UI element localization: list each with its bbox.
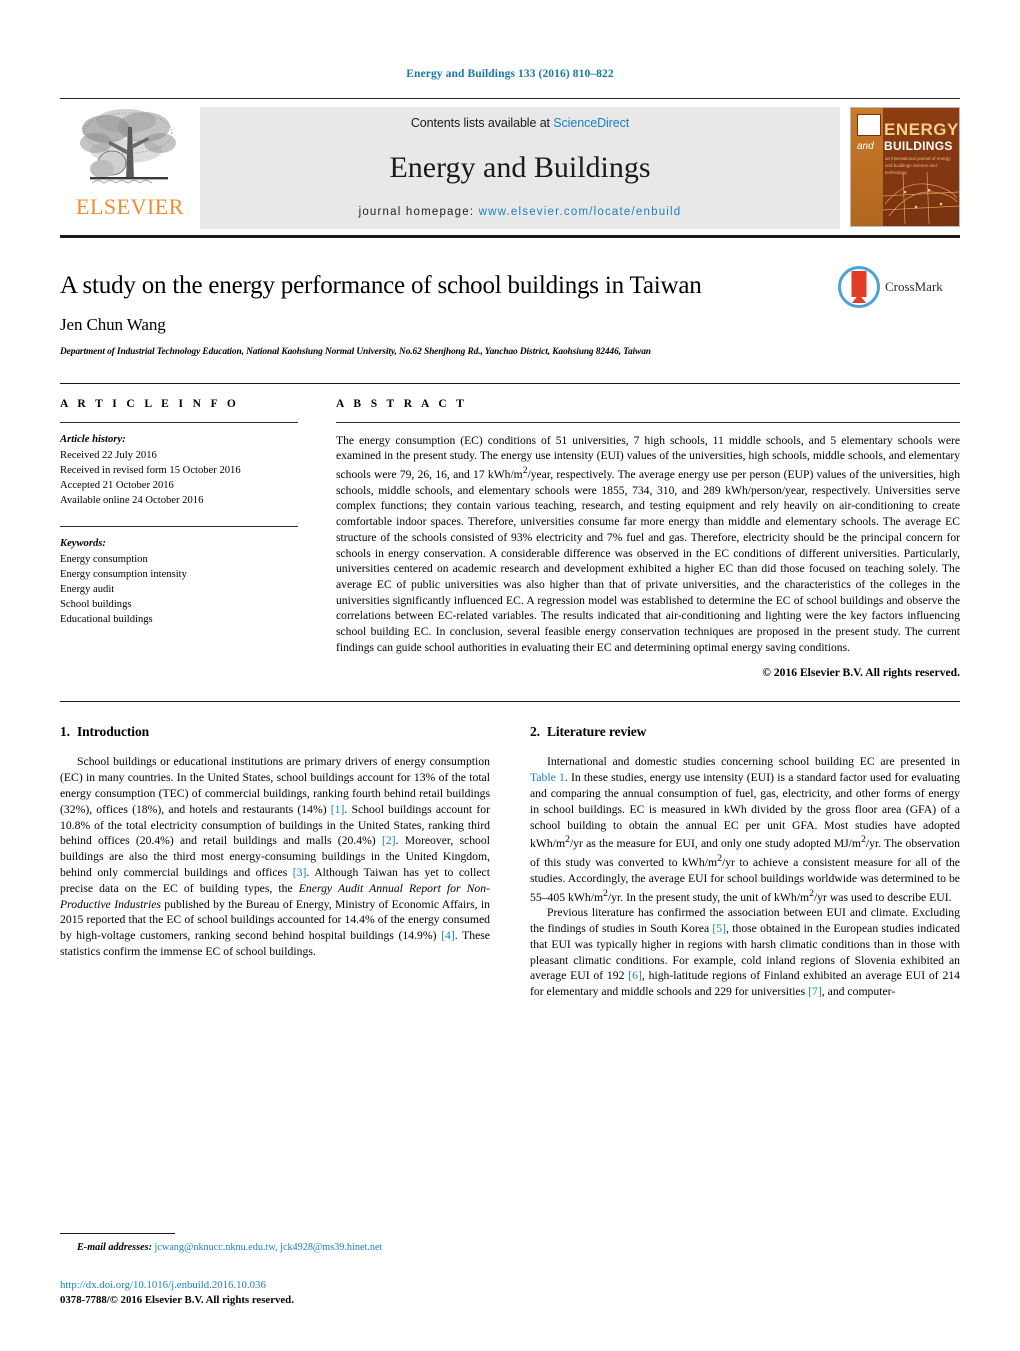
homepage-prefix: journal homepage: (358, 206, 479, 218)
issn-copyright-line: 0378-7788/© 2016 Elsevier B.V. All right… (60, 1294, 294, 1307)
section-number: 2. (530, 724, 540, 740)
citation-ref-7[interactable]: [7] (808, 985, 822, 998)
paragraph-introduction: School buildings or educational institut… (60, 754, 490, 959)
crossmark-label: CrossMark (885, 279, 943, 294)
footnote-rule (60, 1232, 175, 1234)
body-right-column: 2. Literature review International and do… (530, 724, 960, 1000)
email-addresses[interactable]: jcwang@nknucc.nknu.edu.tw, jck4928@ms39.… (152, 1242, 383, 1253)
cover-publisher-icon (857, 114, 881, 136)
history-online: Available online 24 October 2016 (60, 494, 204, 506)
affiliation: Department of Industrial Technology Educ… (60, 346, 651, 357)
keyword-item: Energy consumption (60, 553, 148, 565)
elsevier-tree-icon (76, 107, 184, 195)
email-label: E-mail addresses: (77, 1241, 152, 1253)
sciencedirect-link[interactable]: ScienceDirect (553, 116, 629, 130)
copyright-line: © 2016 Elsevier B.V. All rights reserved… (762, 666, 960, 680)
citation-ref-3[interactable]: [3] (293, 866, 307, 879)
citation-ref-5[interactable]: [5] (712, 922, 726, 935)
body-left-column: 1. Introduction School buildings or educa… (60, 724, 490, 1000)
citation-ref-1[interactable]: [1] (331, 803, 345, 816)
cover-artwork (883, 170, 959, 226)
citation-ref-2[interactable]: [2] (382, 834, 396, 847)
paragraph-literature-1: International and domestic studies conce… (530, 754, 960, 905)
history-revised: Received in revised form 15 October 2016 (60, 464, 241, 476)
table-1-link[interactable]: Table 1 (530, 771, 565, 784)
section-title: Literature review (546, 724, 647, 740)
article-history-label: Article history: (60, 433, 126, 445)
footnote-block: E-mail addresses: jcwang@nknucc.nknu.edu… (60, 1232, 470, 1255)
body-top-rule (60, 701, 960, 703)
citation-ref-6[interactable]: [6] (628, 969, 642, 982)
journal-cover-thumbnail: and ENERGY BUILDINGS an international jo… (850, 107, 960, 227)
homepage-line: journal homepage: www.elsevier.com/locat… (359, 206, 682, 218)
lit2-text-d: , and computer- (821, 985, 896, 999)
keyword-item: Educational buildings (60, 614, 153, 626)
lit-text-a: International and domestic studies conce… (547, 755, 960, 769)
history-accepted: Accepted 21 October 2016 (60, 479, 174, 491)
title-block: A study on the energy performance of sch… (60, 238, 960, 357)
email-footnote: E-mail addresses: jcwang@nknucc.nknu.edu… (60, 1241, 470, 1255)
article-info-column: A R T I C L E I N F O Article history: R… (60, 384, 298, 680)
body-columns: 1. Introduction School buildings or educa… (60, 724, 960, 1000)
contents-prefix: Contents lists available at (410, 116, 554, 130)
citation-ref-4[interactable]: [4] (441, 929, 455, 942)
section-number: 1. (60, 724, 70, 740)
keyword-item: Energy audit (60, 584, 115, 595)
colophon: http://dx.doi.org/10.1016/j.enbuild.2016… (60, 1278, 294, 1309)
section-heading-introduction: 1. Introduction (60, 724, 490, 740)
keyword-item: School buildings (60, 599, 132, 611)
keyword-item: Energy consumption intensity (60, 568, 187, 580)
crossmark-icon (838, 266, 880, 308)
lit-text-b: . In these studies, energy use intensity… (530, 771, 960, 904)
elsevier-logo-block: ELSEVIER (60, 107, 200, 229)
homepage-link[interactable]: www.elsevier.com/locate/enbuild (479, 206, 682, 218)
abstract-column: A B S T R A C T The energy consumption (… (336, 384, 960, 680)
article-history: Article history: Received 22 July 2016 R… (60, 423, 298, 508)
elsevier-wordmark: ELSEVIER (76, 194, 184, 219)
keywords-list: Keywords: Energy consumption Energy cons… (60, 527, 298, 627)
section-heading-literature-review: 2. Literature review (530, 724, 960, 740)
article-info-heading: A R T I C L E I N F O (60, 397, 240, 410)
info-abstract-region: A R T I C L E I N F O Article history: R… (60, 382, 960, 680)
crossmark-badge[interactable]: CrossMark (838, 264, 960, 310)
journal-banner: Contents lists available at ScienceDirec… (200, 107, 840, 229)
history-received: Received 22 July 2016 (60, 449, 157, 461)
journal-masthead: ELSEVIER Contents lists available at Sci… (60, 98, 960, 229)
paragraph-literature-2: Previous literature has confirmed the as… (530, 905, 960, 1000)
article-page: Energy and Buildings 133 (2016) 810–822 (0, 0, 1020, 1351)
cover-energy-text: ENERGY (884, 120, 959, 139)
abstract-text: The energy consumption (EC) conditions o… (336, 433, 960, 654)
section-title: Introduction (76, 724, 150, 740)
keywords-label: Keywords: (60, 537, 106, 549)
journal-title: Energy and Buildings (389, 151, 651, 184)
contents-line: Contents lists available at ScienceDirec… (411, 116, 629, 130)
cover-buildings-text: BUILDINGS (884, 139, 953, 153)
doi-link[interactable]: http://dx.doi.org/10.1016/j.enbuild.2016… (60, 1278, 294, 1294)
cover-and-text: and (857, 141, 874, 152)
abstract-heading: A B S T R A C T (336, 397, 468, 410)
author-list: Jen Chun Wang (60, 314, 166, 334)
page-title: A study on the energy performance of sch… (60, 272, 702, 299)
running-head: Energy and Buildings 133 (2016) 810–822 (406, 68, 614, 80)
